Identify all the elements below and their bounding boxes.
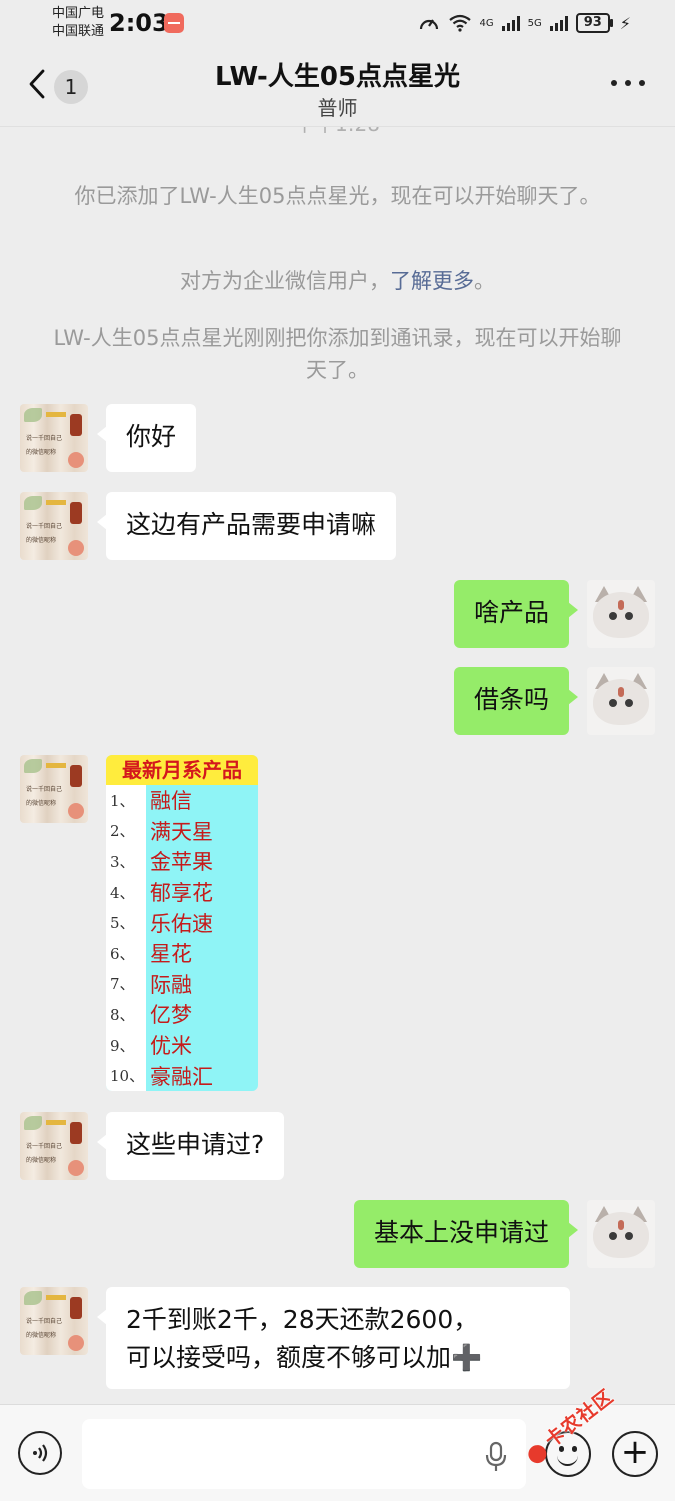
message-bubble-incoming[interactable]: 这边有产品需要申请嘛 (96, 492, 397, 560)
product-item-name: 郁享花 (150, 881, 213, 906)
product-list-item: 8、 亿梦 (106, 999, 258, 1030)
my-avatar[interactable] (587, 1200, 655, 1268)
contact-avatar[interactable]: 说一千回自己 的微信昵称 (20, 1112, 88, 1180)
carrier-label-1: 中国广电 (52, 6, 105, 21)
product-list-item: 1、 融信 (106, 785, 258, 816)
chat-subtitle: 普师 (317, 96, 358, 120)
message-bubble-incoming[interactable]: 这些申请过? (96, 1112, 285, 1180)
speedometer-icon (419, 19, 438, 30)
product-item-number: 3、 (106, 846, 146, 877)
system-message-enterprise: 对方为企业微信用户，了解更多。 (50, 265, 625, 297)
dot-icon (625, 80, 631, 86)
product-list-item: 10、 豪融汇 (106, 1060, 258, 1091)
my-avatar[interactable] (587, 580, 655, 648)
product-list-item: 5、 乐佑速 (106, 907, 258, 938)
product-item-number: 7、 (106, 968, 146, 1000)
my-avatar[interactable] (587, 667, 655, 735)
system-message-text: 对方为企业微信用户， (180, 269, 390, 293)
product-list-image[interactable]: 最新月系产品 1、 融信 2、 满天星 3、 金苹果 4、 郁享花 5、 乐佑速 6、 星花 7、 际融 8… (106, 755, 258, 1091)
product-item-name: 融信 (150, 789, 192, 814)
contact-avatar[interactable]: 说一千回自己 的微信昵称 (20, 492, 88, 560)
dot-icon (611, 80, 617, 86)
network-type-label-2: 5G (527, 17, 542, 29)
message-bubble-incoming[interactable]: 你好 (96, 404, 197, 472)
battery-icon: 93 (575, 13, 613, 33)
product-list-item: 9、 优米 (106, 1029, 258, 1061)
product-item-name: 星花 (150, 942, 192, 967)
charging-icon: ⚡ (619, 13, 631, 33)
contact-avatar[interactable]: 说一千回自己 的微信昵称 (20, 404, 88, 472)
status-icons: 4G 5G 93 ⚡ (418, 10, 631, 36)
product-list-title: 最新月系产品 (106, 755, 258, 785)
more-functions-button[interactable]: + (612, 1431, 658, 1477)
product-item-number: 4、 (106, 876, 146, 908)
product-list-item: 6、 星花 (106, 937, 258, 969)
chat-header: 1 LW-人生05点点星光 普师 (0, 46, 675, 127)
signal-icon-2 (549, 15, 568, 31)
product-item-number: 5、 (106, 907, 146, 938)
system-message: 你已添加了LW-人生05点点星光，现在可以开始聊天了。 (74, 184, 601, 208)
product-list-item: 7、 际融 (106, 968, 258, 1000)
product-item-number: 1、 (106, 785, 146, 816)
status-bar: 中国广电 中国联通 2:03 4G 5G 93 ⚡ (0, 0, 675, 46)
message-bubble-outgoing[interactable]: 借条吗 (453, 667, 579, 735)
product-item-number: 9、 (106, 1029, 146, 1061)
notification-app-icon (164, 13, 184, 33)
carrier-label-2: 中国联通 (52, 24, 105, 39)
network-type-label-1: 4G (479, 17, 494, 29)
product-item-number: 6、 (106, 937, 146, 969)
message-input[interactable] (82, 1419, 526, 1489)
product-list-item: 3、 金苹果 (106, 846, 258, 877)
chat-title: LW-人生05点点星光 (214, 62, 461, 92)
product-item-name: 乐佑速 (150, 911, 213, 936)
product-item-number: 2、 (106, 815, 146, 847)
product-item-name: 优米 (150, 1034, 192, 1059)
system-message-suffix: 。 (474, 269, 495, 293)
product-list-item: 2、 满天星 (106, 815, 258, 847)
contact-avatar[interactable]: 说一千回自己 的微信昵称 (20, 755, 88, 823)
message-line: 2千到账2千，28天还款2600， (126, 1305, 479, 1334)
product-item-name: 满天星 (150, 819, 213, 844)
product-item-name: 豪融汇 (150, 1064, 213, 1089)
dot-icon (639, 80, 645, 86)
status-clock: 2:03 (109, 9, 169, 37)
more-options-button[interactable] (611, 78, 645, 88)
message-bubble-outgoing[interactable]: 啥产品 (453, 580, 579, 648)
message-bubble-outgoing[interactable]: 基本上没申请过 (353, 1200, 579, 1268)
plus-emoji-icon: ➕ (451, 1343, 483, 1372)
product-item-number: 8、 (106, 999, 146, 1030)
voice-icon (33, 1444, 48, 1462)
voice-input-button[interactable] (18, 1431, 62, 1475)
wifi-icon (448, 14, 471, 32)
signal-icon-1 (501, 15, 520, 31)
product-item-name: 际融 (150, 972, 192, 997)
message-bubble-incoming[interactable]: 2千到账2千，28天还款2600， 可以接受吗，额度不够可以加➕ (97, 1287, 570, 1389)
product-item-name: 亿梦 (150, 1003, 192, 1028)
learn-more-link[interactable]: 了解更多 (390, 269, 474, 293)
product-list-item: 4、 郁享花 (106, 876, 258, 908)
system-message: LW-人生05点点星光刚刚把你添加到通讯录，现在可以开始聊天了。 (53, 326, 622, 382)
product-item-number: 10、 (106, 1060, 146, 1091)
contact-avatar[interactable]: 说一千回自己 的微信昵称 (20, 1287, 88, 1355)
microphone-icon[interactable] (484, 1441, 508, 1473)
product-item-name: 金苹果 (150, 850, 213, 875)
message-line: 可以接受吗，额度不够可以加 (126, 1343, 452, 1372)
